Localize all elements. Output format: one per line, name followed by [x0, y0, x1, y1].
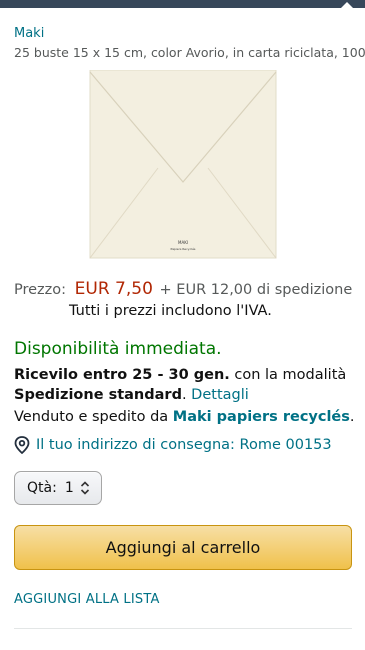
delivery-date-range: Ricevilo entro 25 - 30 gen. [14, 367, 230, 383]
quantity-select[interactable]: Qtà: 1 [14, 471, 102, 505]
delivery-details-link[interactable]: Dettagli [191, 387, 249, 403]
envelope-logo-subtext: Papiers Recyclés [171, 247, 196, 251]
seller-suffix: . [349, 409, 355, 425]
delivery-address-text: Il tuo indirizzo di consegna: Rome 00153 [36, 437, 332, 453]
availability-status: Disponibilità immediata. [14, 339, 222, 359]
add-to-list-link[interactable]: AGGIUNGI ALLA LISTA [14, 592, 160, 607]
shipping-cost: + EUR 12,00 di spedizione [159, 282, 353, 298]
quantity-value: 1 [64, 480, 74, 496]
vat-note: Tutti i prezzi includono l'IVA. [69, 303, 272, 319]
top-navigation-bar [0, 0, 365, 8]
product-title: 25 buste 15 x 15 cm, color Avorio, in ca… [14, 45, 365, 60]
dropdown-notch-icon [341, 2, 353, 8]
seller-info: Venduto e spedito da Maki papiers recycl… [14, 409, 355, 425]
seller-prefix: Venduto e spedito da [14, 409, 173, 425]
price-label: Prezzo: [14, 282, 67, 298]
delivery-mode-text: con la modalità [229, 367, 347, 383]
quantity-label: Qtà: [27, 480, 57, 496]
seller-link[interactable]: Maki papiers recyclés [173, 409, 350, 425]
product-image-envelope[interactable]: MAKI Papiers Recyclés [88, 70, 278, 260]
delivery-info: Ricevilo entro 25 - 30 gen. con la modal… [14, 365, 354, 405]
location-pin-icon [14, 436, 30, 454]
add-to-cart-button[interactable]: Aggiungi al carrello [14, 525, 352, 570]
up-down-chevron-icon [80, 481, 90, 495]
section-divider [14, 628, 352, 629]
delivery-address-link[interactable]: Il tuo indirizzo di consegna: Rome 00153 [14, 436, 332, 454]
brand-link[interactable]: Maki [14, 26, 44, 41]
price-value: EUR 7,50 [74, 279, 153, 299]
delivery-mode: Spedizione standard [14, 387, 182, 403]
delivery-period: . [181, 387, 192, 403]
envelope-logo-text: MAKI [178, 240, 188, 245]
price-row: Prezzo: EUR 7,50 + EUR 12,00 di spedizio… [14, 279, 352, 299]
